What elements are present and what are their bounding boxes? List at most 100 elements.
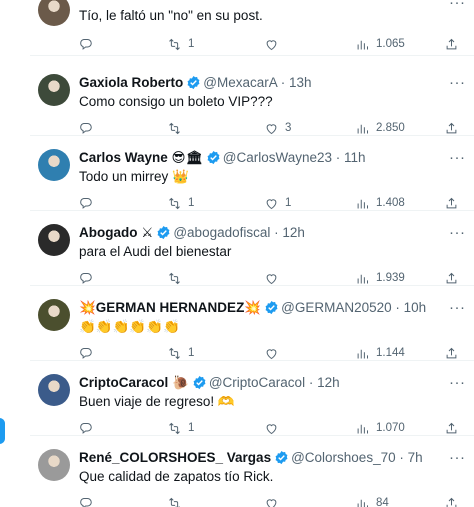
tweet-text: para el Audi del bienestar (79, 244, 232, 259)
like-icon (266, 39, 277, 50)
views-count: 1.070 (376, 422, 405, 434)
like-icon (266, 273, 277, 284)
like-icon (266, 123, 277, 134)
like-icon (266, 423, 277, 434)
retweet-icon (169, 347, 180, 359)
author-handle[interactable]: @CriptoCaracol (209, 375, 305, 390)
avatar[interactable] (38, 374, 70, 406)
side-tab-indicator[interactable] (0, 418, 5, 444)
more-icon[interactable]: ··· (449, 0, 466, 10)
reply-tweet[interactable]: Gaxiola Roberto @MexacarA · 13h ··· Como co… (0, 60, 474, 136)
tweet-time[interactable]: 7h (408, 450, 423, 465)
more-icon[interactable]: ··· (449, 150, 466, 165)
avatar[interactable] (38, 449, 70, 481)
separator-dot: · (395, 450, 408, 465)
like-icon (266, 498, 277, 507)
share-button[interactable] (444, 34, 459, 54)
verified-badge-icon (275, 450, 288, 465)
more-icon[interactable]: ··· (449, 375, 466, 390)
avatar[interactable] (38, 74, 70, 106)
reply-tweet[interactable]: René_COLORSHOES_ Vargas @Colorshoes_70 · … (0, 435, 474, 507)
tweet-text: Como consigo un boleto VIP??? (79, 94, 273, 109)
tweet-text: Que calidad de zapatos tío Rick. (79, 469, 274, 484)
retweet-icon (169, 197, 180, 209)
reply-icon (80, 347, 92, 359)
like-button[interactable] (264, 34, 285, 54)
author-name[interactable]: 💥GERMAN HERNANDEZ💥 (79, 300, 261, 315)
author-name[interactable]: CriptoCaracol 🐌 (79, 375, 189, 390)
tweet-header: René_COLORSHOES_ Vargas @Colorshoes_70 · … (79, 449, 423, 467)
reply-tweet[interactable]: ··· Tío, le faltó un "no" en su post. 1 1.0… (0, 0, 474, 56)
retweet-button[interactable] (167, 493, 188, 507)
verified-badge-icon (193, 375, 206, 390)
tweet-header: Gaxiola Roberto @MexacarA · 13h (79, 74, 312, 92)
views-count: 1.939 (376, 272, 405, 284)
more-icon[interactable]: ··· (449, 75, 466, 90)
tweet-text: Buen viaje de regreso! 🫶 (79, 394, 235, 409)
avatar[interactable] (38, 299, 70, 331)
share-icon (446, 197, 457, 208)
reply-button[interactable] (80, 493, 101, 507)
retweet-button[interactable]: 1 (167, 34, 194, 54)
author-name[interactable]: Carlos Wayne 😎🏛 (79, 150, 203, 165)
views-button[interactable]: 1.065 (355, 34, 405, 54)
author-name[interactable]: Abogado ⚔ (79, 225, 153, 240)
tweet-time[interactable]: 12h (282, 225, 305, 240)
views-icon (357, 499, 368, 507)
views-icon (357, 40, 368, 49)
avatar[interactable] (38, 0, 70, 26)
views-count: 1.408 (376, 197, 405, 209)
share-icon (446, 38, 457, 49)
tweet-text: Tío, le faltó un "no" en su post. (79, 8, 263, 23)
author-handle[interactable]: @MexacarA (203, 75, 277, 90)
share-button[interactable] (444, 493, 459, 507)
author-handle[interactable]: @abogadofiscal (173, 225, 270, 240)
reply-icon (80, 197, 92, 209)
tweet-time[interactable]: 12h (317, 375, 340, 390)
tweet-text: 👏👏👏👏👏👏 (79, 319, 180, 334)
share-icon (446, 347, 457, 358)
verified-badge-icon (207, 150, 220, 165)
retweet-icon (169, 272, 180, 284)
tweet-time[interactable]: 10h (404, 300, 427, 315)
like-icon (266, 198, 277, 209)
more-icon[interactable]: ··· (449, 225, 466, 240)
author-name[interactable]: Gaxiola Roberto (79, 75, 183, 90)
separator-dot: · (270, 225, 283, 240)
reply-icon (80, 122, 92, 134)
tweet-header: Carlos Wayne 😎🏛 @CarlosWayne23 · 11h (79, 149, 366, 167)
avatar[interactable] (38, 149, 70, 181)
verified-badge-icon (265, 300, 278, 315)
reply-button[interactable] (80, 34, 101, 54)
reply-tweet[interactable]: 💥GERMAN HERNANDEZ💥 @GERMAN20520 · 10h ··· 👏… (0, 285, 474, 361)
author-handle[interactable]: @Colorshoes_70 (291, 450, 396, 465)
views-count: 1.144 (376, 347, 405, 359)
share-icon (446, 422, 457, 433)
views-button[interactable]: 84 (355, 493, 389, 507)
reply-tweet[interactable]: Abogado ⚔ @abogadofiscal · 12h ··· para el … (0, 210, 474, 286)
more-icon[interactable]: ··· (449, 450, 466, 465)
author-name[interactable]: René_COLORSHOES_ Vargas (79, 450, 271, 465)
retweets-count: 1 (188, 422, 195, 434)
tweet-time[interactable]: 13h (289, 75, 312, 90)
views-icon (357, 349, 368, 358)
more-icon[interactable]: ··· (449, 300, 466, 315)
like-button[interactable] (264, 493, 285, 507)
reply-feed: ··· Tío, le faltó un "no" en su post. 1 1.0… (0, 0, 474, 507)
avatar[interactable] (38, 224, 70, 256)
views-icon (357, 274, 368, 283)
separator-dot: · (332, 150, 344, 165)
reply-tweet[interactable]: CriptoCaracol 🐌 @CriptoCaracol · 12h ··· Bu… (0, 360, 474, 436)
share-icon (446, 122, 457, 133)
reply-tweet[interactable]: Carlos Wayne 😎🏛 @CarlosWayne23 · 11h ··· To… (0, 135, 474, 211)
tweet-header: CriptoCaracol 🐌 @CriptoCaracol · 12h (79, 374, 340, 392)
separator-dot: · (277, 75, 290, 90)
verified-badge-icon (187, 75, 200, 90)
author-handle[interactable]: @CarlosWayne23 (223, 150, 332, 165)
tweet-time[interactable]: 11h (344, 150, 366, 165)
author-handle[interactable]: @GERMAN20520 (281, 300, 392, 315)
likes-count: 3 (285, 122, 292, 134)
likes-count: 1 (285, 197, 292, 209)
like-icon (266, 348, 277, 359)
retweet-icon (169, 422, 180, 434)
